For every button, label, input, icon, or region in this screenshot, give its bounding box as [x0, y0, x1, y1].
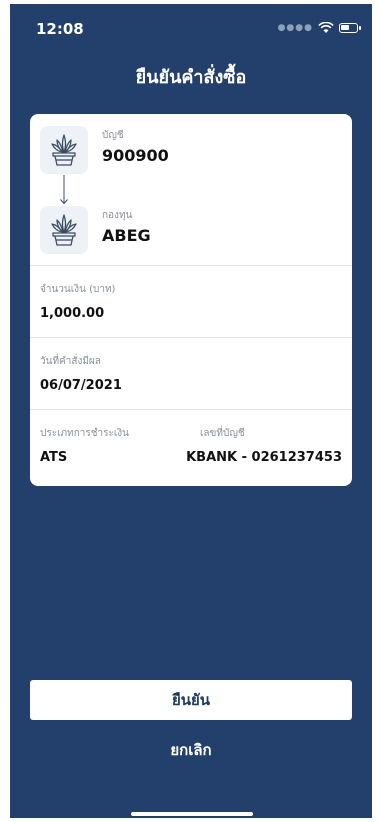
- account-label: บัญชี: [102, 130, 124, 141]
- amount-label: จำนวนเงิน (บาท): [40, 284, 116, 295]
- status-icons: ●●●●: [277, 22, 361, 34]
- wifi-icon: [318, 22, 334, 33]
- divider: [30, 337, 352, 338]
- account-value: 900900: [102, 146, 169, 165]
- plant-pot-icon: [51, 134, 77, 166]
- status-bar: 12:08 ●●●●: [10, 4, 372, 48]
- payment-type-label: ประเภทการชำระเงิน: [40, 428, 130, 439]
- fund-value: ABEG: [102, 226, 151, 245]
- amount-value: 1,000.00: [40, 306, 105, 321]
- order-summary-card: บัญชี 900900 กองทุน ABEG จำนวนเงิน (บาท)…: [30, 114, 352, 486]
- confirm-button[interactable]: ยืนยัน: [30, 680, 352, 720]
- payment-type-value: ATS: [40, 450, 68, 465]
- plant-pot-icon: [51, 214, 77, 246]
- bank-account-label: เลขที่บัญชี: [200, 428, 245, 439]
- confirm-order-screen: 12:08 ●●●● ยืนยันคำสั่งซื้อ บัญชี 900900…: [10, 4, 372, 818]
- bank-account-value: KBANK - 0261237453: [186, 450, 342, 465]
- status-time: 12:08: [36, 20, 84, 38]
- transfer-arrow-icon: [60, 175, 68, 205]
- divider: [30, 265, 352, 266]
- battery-icon: [339, 23, 361, 33]
- home-indicator: [131, 812, 253, 816]
- effective-date-label: วันที่คำสั่งมีผล: [40, 356, 101, 367]
- cancel-button[interactable]: ยกเลิก: [10, 738, 372, 762]
- fund-label: กองทุน: [102, 210, 133, 221]
- effective-date-value: 06/07/2021: [40, 378, 122, 393]
- account-icon-box: [40, 126, 88, 174]
- signal-icon: ●●●●: [277, 23, 313, 33]
- divider: [30, 409, 352, 410]
- page-title: ยืนยันคำสั่งซื้อ: [135, 67, 247, 88]
- fund-icon-box: [40, 206, 88, 254]
